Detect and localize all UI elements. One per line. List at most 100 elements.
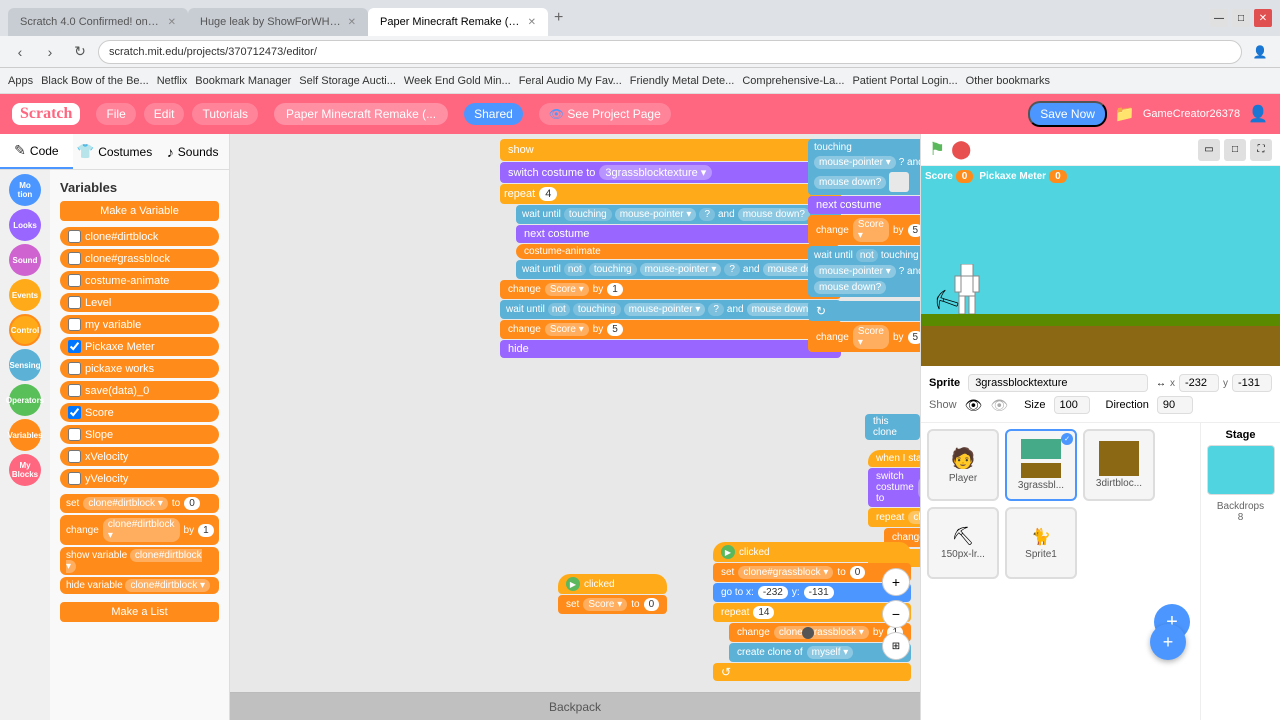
zoom-fit-button[interactable]: ⊞ bbox=[882, 632, 910, 660]
refresh-button[interactable]: ↻ bbox=[68, 40, 92, 64]
var-pickaxe-works-check[interactable] bbox=[68, 362, 81, 375]
zoom-in-button[interactable]: + bbox=[882, 568, 910, 596]
new-tab-button[interactable]: + bbox=[548, 9, 569, 27]
var-score-check[interactable] bbox=[68, 406, 81, 419]
shared-button[interactable]: Shared bbox=[464, 103, 523, 125]
category-looks[interactable]: Looks bbox=[9, 209, 41, 241]
var-clone-dirt[interactable]: clone#dirtblock bbox=[60, 227, 219, 246]
tab-3[interactable]: Paper Minecraft Remake (Mine... ✕ bbox=[368, 8, 548, 36]
direction-input[interactable] bbox=[1157, 396, 1193, 414]
var-clone-grass-check[interactable] bbox=[68, 252, 81, 265]
backpack[interactable]: Backpack bbox=[230, 692, 920, 720]
see-project-button[interactable]: 👁 See Project Page bbox=[539, 103, 671, 125]
category-events[interactable]: Events bbox=[9, 279, 41, 311]
next-costume-block[interactable]: next costume bbox=[516, 225, 841, 243]
block-group-setscore[interactable]: ▶ clicked set Score ▾ to 0 bbox=[558, 574, 667, 615]
category-variables[interactable]: Variables bbox=[9, 419, 41, 451]
category-sound[interactable]: Sound bbox=[9, 244, 41, 276]
wait-until-not-block-2[interactable]: wait until not touching mouse-pointer ▾ … bbox=[500, 300, 841, 319]
small-stage-button[interactable]: ▭ bbox=[1198, 139, 1220, 161]
category-operators[interactable]: Operators bbox=[9, 384, 41, 416]
bookmark-apps[interactable]: Apps bbox=[8, 75, 33, 87]
tab-sounds[interactable]: ♪ Sounds bbox=[156, 134, 229, 169]
var-savedata[interactable]: save(data)_0 bbox=[60, 381, 219, 400]
tab-1[interactable]: Scratch 4.0 Confirmed! on Scra... ✕ bbox=[8, 8, 188, 36]
bookmark-7[interactable]: Friendly Metal Dete... bbox=[630, 75, 735, 87]
sprite-150px[interactable]: ⛏ 150px-lr... bbox=[927, 507, 999, 579]
size-input[interactable] bbox=[1054, 396, 1090, 414]
var-xvelocity[interactable]: xVelocity bbox=[60, 447, 219, 466]
next-costume-block-2[interactable]: next costume bbox=[808, 196, 920, 214]
normal-stage-button[interactable]: □ bbox=[1224, 139, 1246, 161]
change-clone-dirt-block[interactable]: change clone#dirtblock ▾ by 1 bbox=[60, 515, 219, 545]
var-level-check[interactable] bbox=[68, 296, 81, 309]
sprite-player[interactable]: 🧑 Player bbox=[927, 429, 999, 501]
var-costume-animate[interactable]: costume-animate bbox=[60, 271, 219, 290]
tab-1-close[interactable]: ✕ bbox=[168, 17, 176, 28]
sprite-3dirtblock[interactable]: 3dirtbloc... bbox=[1083, 429, 1155, 501]
costume-animate-block[interactable]: costume-animate bbox=[516, 244, 841, 259]
bookmark-5[interactable]: Week End Gold Min... bbox=[404, 75, 511, 87]
change-score-5-block-2[interactable]: change Score ▾ by 5 bbox=[808, 215, 920, 245]
sprite-sprite1[interactable]: 🐈 Sprite1 bbox=[1005, 507, 1077, 579]
wait-until-block-1[interactable]: wait until touching mouse-pointer ▾ ? an… bbox=[516, 205, 841, 224]
forward-button[interactable]: › bbox=[38, 40, 62, 64]
sprite-3grassblock[interactable]: ✓ 3grassbl... bbox=[1005, 429, 1077, 501]
show-eye-off[interactable]: 👁 bbox=[990, 397, 1008, 414]
switch-costume-block[interactable]: switch costume to 3grassblocktexture ▾ bbox=[500, 162, 841, 183]
tab-2-close[interactable]: ✕ bbox=[348, 17, 356, 28]
show-variable-block[interactable]: show variable clone#dirtblock ▾ bbox=[60, 547, 219, 575]
block-group-1[interactable]: show switch costume to 3grassblocktextur… bbox=[500, 139, 841, 358]
green-flag-button[interactable]: ⚑ bbox=[929, 139, 945, 160]
var-myvariable-check[interactable] bbox=[68, 318, 81, 331]
stop-button[interactable]: ⬤ bbox=[951, 139, 971, 160]
var-clone-grass[interactable]: clone#grassblock bbox=[60, 249, 219, 268]
project-name[interactable]: Paper Minecraft Remake (... bbox=[274, 103, 448, 125]
repeat-clone-block[interactable]: repeat clone#grassblock bbox=[868, 508, 920, 527]
minimize-button[interactable]: — bbox=[1210, 9, 1228, 27]
var-costume-animate-check[interactable] bbox=[68, 274, 81, 287]
bookmark-1[interactable]: Black Bow of the Be... bbox=[41, 75, 149, 87]
bookmark-9[interactable]: Patient Portal Login... bbox=[852, 75, 957, 87]
close-button[interactable]: ✕ bbox=[1254, 9, 1272, 27]
var-yvelocity[interactable]: yVelocity bbox=[60, 469, 219, 488]
bookmark-2[interactable]: Netflix bbox=[157, 75, 188, 87]
folder-icon[interactable]: 📁 bbox=[1115, 104, 1135, 124]
sprite-name-input[interactable] bbox=[968, 374, 1148, 392]
var-yvelocity-check[interactable] bbox=[68, 472, 81, 485]
tab-code[interactable]: ✎ Code bbox=[0, 134, 73, 169]
var-clone-dirt-check[interactable] bbox=[68, 230, 81, 243]
set-clone-dirt-block[interactable]: set clone#dirtblock ▾ to 0 bbox=[60, 494, 219, 513]
this-clone-block[interactable]: this clone bbox=[865, 414, 920, 440]
fullscreen-button[interactable]: ⛶ bbox=[1250, 139, 1272, 161]
make-variable-button[interactable]: Make a Variable bbox=[60, 201, 219, 221]
bookmark-8[interactable]: Comprehensive-La... bbox=[742, 75, 844, 87]
category-motion[interactable]: Motion bbox=[9, 174, 41, 206]
var-slope-check[interactable] bbox=[68, 428, 81, 441]
change-score-5-block[interactable]: change Score ▾ by 5 bbox=[500, 320, 841, 339]
change-score-5-block-3[interactable]: change Score ▾ by 5 bbox=[808, 322, 920, 352]
tab-2[interactable]: Huge leak by ShowForWHAT ✕ bbox=[188, 8, 368, 36]
save-now-button[interactable]: Save Now bbox=[1028, 101, 1107, 127]
var-slope[interactable]: Slope bbox=[60, 425, 219, 444]
x-input[interactable] bbox=[1179, 374, 1219, 392]
bookmark-3[interactable]: Bookmark Manager bbox=[195, 75, 291, 87]
show-eye-on[interactable]: 👁 bbox=[965, 397, 983, 414]
block-group-2[interactable]: touching mouse-pointer ▾ ? and mouse dow… bbox=[808, 139, 920, 353]
show-block[interactable]: show bbox=[500, 139, 841, 161]
wait-until-not-block[interactable]: wait until not touching mouse-pointer ▾ … bbox=[516, 260, 841, 279]
hide-block[interactable]: hide bbox=[500, 340, 841, 358]
category-control[interactable]: Control bbox=[9, 314, 41, 346]
bookmark-4[interactable]: Self Storage Aucti... bbox=[299, 75, 396, 87]
nav-tutorials[interactable]: Tutorials bbox=[192, 103, 258, 125]
var-pickaxe-meter-check[interactable] bbox=[68, 340, 81, 353]
category-myblocks[interactable]: My Blocks bbox=[9, 454, 41, 486]
nav-edit[interactable]: Edit bbox=[144, 103, 185, 125]
when-clicked-block-2[interactable]: ▶ clicked bbox=[558, 574, 667, 594]
var-pickaxe-works[interactable]: pickaxe works bbox=[60, 359, 219, 378]
repeat-4-block[interactable]: repeat 4 bbox=[500, 184, 841, 204]
hide-variable-block[interactable]: hide variable clone#dirtblock ▾ bbox=[60, 577, 219, 594]
tab-costumes[interactable]: 👕 Costumes bbox=[73, 134, 156, 169]
add-sprite-fab[interactable]: + bbox=[1150, 624, 1186, 660]
make-list-button[interactable]: Make a List bbox=[60, 602, 219, 622]
